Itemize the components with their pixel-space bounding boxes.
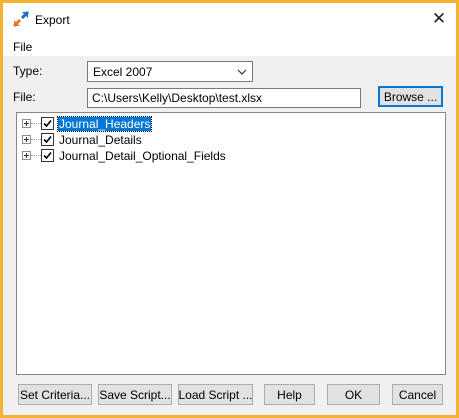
tree-connector (31, 155, 41, 157)
export-arrows-icon (12, 10, 30, 28)
export-dialog: Export ✕ File Type: Excel 2007 File: Bro… (0, 0, 459, 418)
tree-node-checkbox[interactable] (41, 117, 54, 130)
file-label: File: (13, 90, 36, 104)
table-tree[interactable]: Journal_Headers Journal_Details Journal_… (16, 112, 446, 375)
title-bar: Export ✕ (3, 3, 456, 36)
cancel-button[interactable]: Cancel (392, 384, 443, 405)
tree-node-label[interactable]: Journal_Details (58, 133, 143, 147)
help-button[interactable]: Help (264, 384, 315, 405)
load-script-button[interactable]: Load Script ... (178, 384, 253, 405)
tree-node[interactable]: Journal_Detail_Optional_Fields (22, 148, 322, 164)
menu-bar: File (3, 36, 456, 56)
chevron-down-icon (235, 65, 249, 79)
tree-connector (31, 123, 41, 125)
type-select[interactable]: Excel 2007 (87, 61, 253, 82)
tree-node-checkbox[interactable] (41, 149, 54, 162)
type-select-value: Excel 2007 (93, 65, 153, 79)
window-title: Export (35, 13, 70, 27)
set-criteria-button[interactable]: Set Criteria... (18, 384, 92, 405)
expand-icon[interactable] (22, 135, 31, 144)
menu-file[interactable]: File (13, 40, 32, 54)
close-icon[interactable]: ✕ (426, 7, 452, 31)
expand-icon[interactable] (22, 151, 31, 160)
tree-node-label[interactable]: Journal_Headers (56, 116, 153, 132)
tree-node[interactable]: Journal_Details (22, 132, 322, 148)
file-path-input[interactable] (87, 88, 361, 108)
browse-button[interactable]: Browse ... (378, 86, 443, 107)
tree-node-label[interactable]: Journal_Detail_Optional_Fields (58, 149, 227, 163)
type-label: Type: (13, 64, 43, 78)
expand-icon[interactable] (22, 119, 31, 128)
tree-connector (31, 139, 41, 141)
save-script-button[interactable]: Save Script... (98, 384, 172, 405)
tree-node-checkbox[interactable] (41, 133, 54, 146)
tree-node[interactable]: Journal_Headers (22, 116, 322, 132)
ok-button[interactable]: OK (327, 384, 380, 405)
